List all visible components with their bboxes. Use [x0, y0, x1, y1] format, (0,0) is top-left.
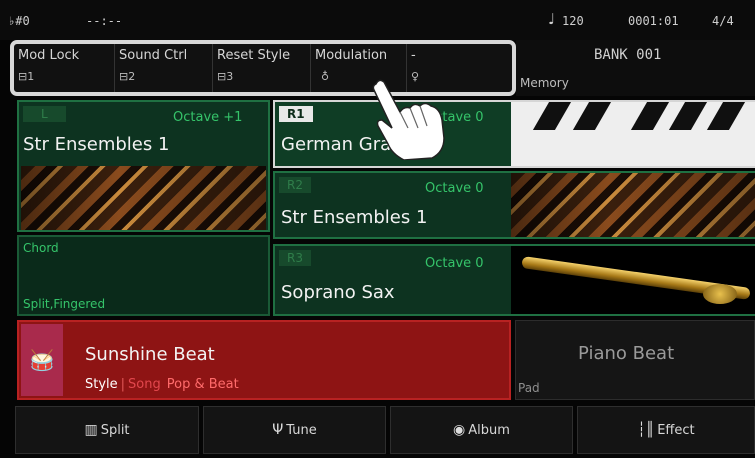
function-label: Modulation — [315, 48, 388, 63]
key-transpose-readout: ♭#0 — [8, 14, 30, 28]
tune-label: Tune — [286, 422, 317, 438]
pad-label: Pad — [518, 381, 540, 395]
strings-image — [21, 166, 266, 230]
drum-kit-icon: 🥁 — [21, 324, 63, 396]
time-readout: --:-- — [86, 14, 123, 28]
function-label: Reset Style — [217, 48, 291, 63]
chord-panel[interactable]: Chord Split,Fingered — [17, 235, 270, 316]
function-mod-lock[interactable]: Mod Lock ⊟1 — [14, 44, 115, 92]
voice-panel-r1[interactable]: R1 Octave 0 German Grand 1 — [273, 100, 755, 168]
beat-readout: 4/4 — [712, 14, 734, 28]
split-button[interactable]: ▥ Split — [15, 406, 199, 454]
memory-label: Memory — [520, 76, 569, 90]
function-label: Mod Lock — [18, 48, 80, 63]
voice-name-r3: Soprano Sax — [281, 282, 395, 303]
effect-button[interactable]: ┆║ Effect — [577, 406, 755, 454]
strings-image — [511, 173, 755, 237]
function-pedal-indicator: ⊟2 — [119, 70, 136, 83]
modulation-knob-icon: ♁ — [321, 70, 330, 83]
voice-tag-r3: R3 — [279, 250, 311, 266]
memory-bank-panel[interactable]: BANK 001 Memory — [516, 40, 755, 96]
voice-name-left: Str Ensembles 1 — [23, 134, 170, 155]
quarter-note-icon: ♩ — [548, 10, 556, 28]
pad-panel[interactable]: Piano Beat Pad — [515, 320, 755, 400]
keyboard-main-screen: ♭#0 --:-- ♩ 120 0001:01 4/4 Mod Lock ⊟1 … — [0, 0, 755, 458]
octave-r3: Octave 0 — [425, 256, 484, 271]
keyboard-icon: ▥ — [84, 422, 98, 438]
function-pedal-indicator: ⊟3 — [217, 70, 234, 83]
piano-image — [511, 102, 755, 166]
voice-name-r2: Str Ensembles 1 — [281, 207, 428, 228]
function-label: - — [411, 48, 416, 63]
octave-r2: Octave 0 — [425, 181, 484, 196]
equalizer-icon: ┆║ — [637, 422, 655, 438]
tab-song[interactable]: Song — [128, 377, 161, 392]
function-sound-ctrl[interactable]: Sound Ctrl ⊟2 — [115, 44, 213, 92]
chord-mode: Split,Fingered — [23, 297, 106, 311]
tuning-fork-icon: Ψ — [272, 422, 284, 438]
tune-button[interactable]: Ψ Tune — [203, 406, 386, 454]
pad-name: Piano Beat — [578, 343, 675, 364]
voice-panel-r2[interactable]: R2 Octave 0 Str Ensembles 1 — [273, 171, 755, 239]
tempo-readout: 120 — [562, 14, 584, 28]
split-label: Split — [100, 422, 130, 438]
function-pedal-indicator: ⊟1 — [18, 70, 35, 83]
sax-image — [511, 246, 755, 314]
voice-tag-r1: R1 — [279, 106, 313, 122]
function-reset-style[interactable]: Reset Style ⊟3 — [213, 44, 311, 92]
measure-readout: 0001:01 — [628, 14, 679, 28]
voice-tag-left: L — [23, 106, 66, 122]
voice-panel-r3[interactable]: R3 Octave 0 Soprano Sax — [273, 244, 755, 316]
style-footer: Style | Song Pop & Beat — [85, 377, 239, 392]
album-label: Album — [468, 422, 510, 438]
effect-label: Effect — [657, 422, 695, 438]
bank-name: BANK 001 — [594, 47, 662, 63]
style-panel[interactable]: 🥁 Sunshine Beat Style | Song Pop & Beat — [17, 320, 511, 400]
voice-panel-left[interactable]: L Octave +1 Str Ensembles 1 — [17, 100, 270, 232]
octave-left: Octave +1 — [173, 110, 243, 125]
tab-style[interactable]: Style — [85, 377, 118, 392]
status-bar: ♭#0 --:-- ♩ 120 0001:01 4/4 — [0, 0, 755, 40]
style-category: Pop & Beat — [166, 377, 239, 392]
album-disc-icon: ◉ — [453, 422, 466, 438]
album-button[interactable]: ◉ Album — [390, 406, 573, 454]
chord-title: Chord — [23, 241, 59, 255]
pointing-hand-icon — [372, 79, 445, 160]
voice-tag-r2: R2 — [279, 177, 311, 193]
style-name: Sunshine Beat — [85, 344, 215, 365]
function-label: Sound Ctrl — [119, 48, 188, 63]
